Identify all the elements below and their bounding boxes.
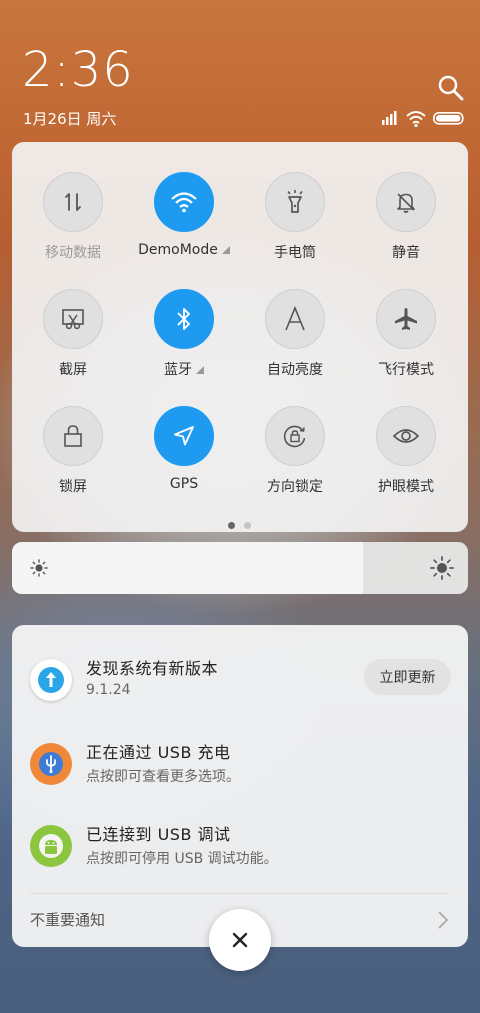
system-update-icon [30, 659, 72, 701]
expand-caret-icon[interactable] [196, 366, 204, 374]
brightness-high-icon [430, 556, 454, 584]
page-dot [244, 522, 251, 529]
clear-all-button[interactable] [209, 909, 271, 971]
quick-settings-panel: 移动数据 DemoMode 手电筒 静音 截屏 蓝牙 自动亮度 飞行模式 锁屏 … [12, 142, 468, 532]
tile-label: 手电筒 [274, 245, 316, 261]
chevron-right-icon[interactable] [436, 910, 450, 934]
page-dot-active [228, 522, 235, 529]
tile-airplane[interactable]: 飞行模式 [351, 289, 461, 399]
tile-label: DemoMode [138, 242, 218, 258]
battery-icon [433, 112, 464, 125]
brightness-fill [12, 542, 363, 594]
tile-screenshot[interactable]: 截屏 [18, 289, 128, 399]
usb-icon [30, 743, 72, 785]
wifi-icon [154, 172, 214, 232]
tile-label: GPS [169, 476, 199, 492]
gps-icon [154, 406, 214, 466]
notification-title: 正在通过 USB 充电 [86, 743, 231, 762]
system-status-icons [380, 108, 470, 128]
android-icon [30, 825, 72, 867]
tile-gps[interactable]: GPS [129, 406, 239, 516]
clock: 2:36 [22, 42, 134, 98]
status-bar: 2:36 1月26日 周六 [0, 0, 480, 140]
wifi-icon [406, 111, 426, 128]
notification-title: 已连接到 USB 调试 [86, 825, 231, 844]
tile-bluetooth[interactable]: 蓝牙 [129, 289, 239, 399]
tile-auto-brightness[interactable]: 自动亮度 [240, 289, 350, 399]
tile-label: 静音 [392, 245, 420, 261]
search-icon[interactable] [437, 74, 465, 102]
notification-usb-charging[interactable]: 正在通过 USB 充电 点按即可查看更多选项。 [12, 735, 468, 805]
tile-label: 蓝牙 [164, 362, 192, 378]
tile-label-row: DemoMode [129, 242, 239, 258]
tile-label: 移动数据 [45, 245, 101, 261]
tile-eye-protection[interactable]: 护眼模式 [351, 406, 461, 516]
tile-label: 截屏 [59, 362, 87, 378]
rotation-lock-icon [265, 406, 325, 466]
signal-icon [382, 111, 397, 125]
brightness-low-icon [30, 559, 48, 581]
tile-silent[interactable]: 静音 [351, 172, 461, 282]
date: 1月26日 周六 [23, 110, 117, 128]
notification-panel: 发现系统有新版本 9.1.24 立即更新 正在通过 USB 充电 点按即可查看更… [12, 625, 468, 947]
bell-off-icon [376, 172, 436, 232]
lock-icon [43, 406, 103, 466]
mobile-data-icon [43, 172, 103, 232]
expand-caret-icon[interactable] [221, 246, 230, 254]
tile-flashlight[interactable]: 手电筒 [240, 172, 350, 282]
eye-icon [376, 406, 436, 466]
tile-wifi[interactable]: DemoMode [129, 172, 239, 282]
flashlight-icon [265, 172, 325, 232]
tile-lock-screen[interactable]: 锁屏 [18, 406, 128, 516]
tile-label: 方向锁定 [267, 479, 323, 495]
notification-subtitle: 点按即可停用 USB 调试功能。 [86, 851, 278, 867]
notification-usb-debugging[interactable]: 已连接到 USB 调试 点按即可停用 USB 调试功能。 [12, 817, 468, 887]
tile-label: 自动亮度 [267, 362, 323, 378]
notification-subtitle: 9.1.24 [86, 682, 131, 698]
close-icon [232, 932, 248, 948]
unimportant-notifications-link[interactable]: 不重要通知 [30, 909, 105, 930]
update-now-button[interactable]: 立即更新 [364, 659, 451, 695]
auto-brightness-icon [265, 289, 325, 349]
tile-label: 锁屏 [59, 479, 87, 495]
screenshot-icon [43, 289, 103, 349]
airplane-icon [376, 289, 436, 349]
notification-subtitle: 点按即可查看更多选项。 [86, 769, 240, 785]
bluetooth-icon [154, 289, 214, 349]
divider [30, 893, 450, 894]
tile-mobile-data[interactable]: 移动数据 [18, 172, 128, 282]
notification-title: 发现系统有新版本 [86, 659, 219, 678]
brightness-slider[interactable] [12, 542, 468, 594]
tile-label: 飞行模式 [378, 362, 434, 378]
tile-label-row: 蓝牙 [129, 359, 239, 379]
page-indicator [228, 522, 258, 530]
tile-rotation-lock[interactable]: 方向锁定 [240, 406, 350, 516]
tile-label: 护眼模式 [378, 479, 434, 495]
